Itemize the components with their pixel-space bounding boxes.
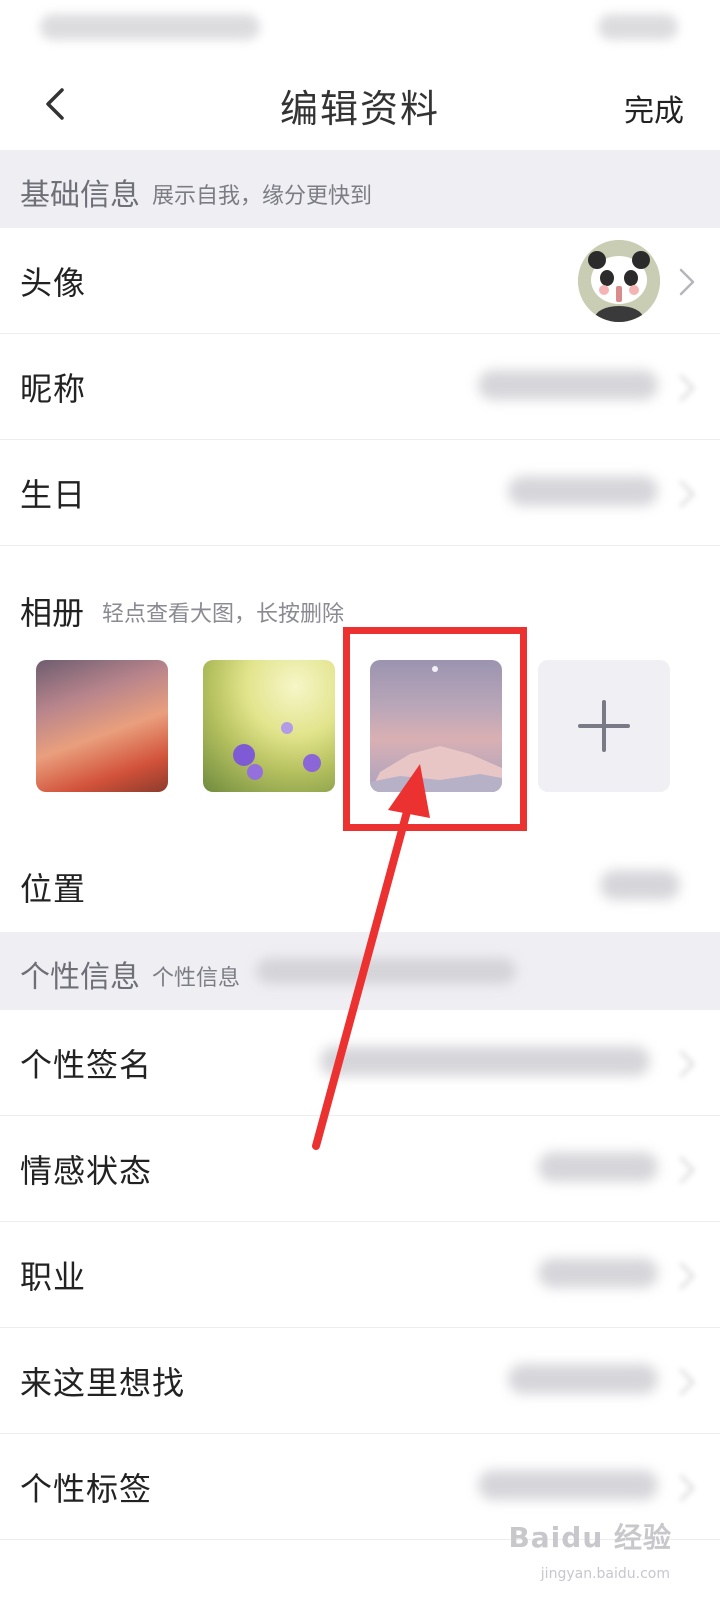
signature-label: 个性签名	[20, 1046, 153, 1084]
flower-decoration	[233, 744, 255, 766]
tags-label: 个性标签	[20, 1470, 153, 1508]
nickname-label: 昵称	[20, 370, 87, 408]
row-nickname[interactable]: 昵称	[0, 334, 720, 440]
divider	[0, 545, 720, 546]
job-label: 职业	[20, 1258, 87, 1296]
birthday-value-blurred	[508, 476, 658, 506]
row-birthday[interactable]: 生日	[0, 440, 720, 546]
chevron-right-icon	[679, 1262, 695, 1290]
location-value-blurred	[600, 870, 680, 900]
tags-value-blurred	[478, 1470, 658, 1500]
flower-decoration	[303, 754, 321, 772]
row-avatar[interactable]: 头像	[0, 228, 720, 334]
looking-for-label: 来这里想找	[20, 1364, 186, 1402]
baidu-watermark: Baidu 经验	[508, 1521, 672, 1554]
location-label: 位置	[20, 870, 87, 908]
flower-decoration	[281, 722, 293, 734]
album-title: 相册	[20, 594, 85, 632]
nav-bar: 编辑资料 完成	[0, 60, 720, 150]
chevron-right-icon	[679, 1368, 695, 1396]
nickname-value-blurred	[478, 370, 658, 400]
section-title-basic: 基础信息	[20, 178, 140, 213]
job-value-blurred	[538, 1258, 658, 1288]
flower-decoration	[247, 764, 263, 780]
birthday-label: 生日	[20, 476, 87, 514]
looking-for-value-blurred	[508, 1364, 658, 1394]
status-bar	[0, 0, 720, 60]
panda-avatar-image	[578, 240, 660, 322]
done-button[interactable]: 完成	[624, 86, 684, 130]
status-bar-right-blurred	[598, 14, 678, 40]
chevron-right-icon	[679, 1050, 695, 1078]
status-bar-left-blurred	[40, 14, 260, 40]
plus-icon-vertical	[602, 700, 606, 752]
row-location[interactable]: 位置	[0, 840, 720, 932]
signature-value-blurred	[320, 1046, 650, 1076]
section-subtitle-blurred	[256, 958, 516, 984]
relationship-value-blurred	[538, 1152, 658, 1182]
chevron-right-icon	[679, 268, 695, 296]
chevron-right-icon	[679, 1474, 695, 1502]
row-relationship[interactable]: 情感状态	[0, 1116, 720, 1222]
section-subtitle-personal: 个性信息	[152, 966, 241, 991]
section-header-basic: 基础信息 展示自我，缘分更快到	[0, 150, 720, 228]
chevron-right-icon	[679, 480, 695, 508]
section-header-personal: 个性信息 个性信息	[0, 932, 720, 1010]
relationship-label: 情感状态	[20, 1152, 153, 1190]
avatar-label: 头像	[20, 264, 87, 302]
album-photo-1[interactable]	[36, 660, 168, 792]
album-hint: 轻点查看大图，长按删除	[102, 602, 345, 627]
avatar	[578, 240, 660, 322]
section-subtitle-basic: 展示自我，缘分更快到	[152, 184, 373, 209]
highlight-annotation-box	[343, 627, 527, 831]
section-title-personal: 个性信息	[20, 960, 140, 995]
chevron-right-icon	[679, 374, 695, 402]
page-title: 编辑资料	[279, 87, 440, 131]
row-signature[interactable]: 个性签名	[0, 1010, 720, 1116]
album-photo-2[interactable]	[203, 660, 335, 792]
row-looking-for[interactable]: 来这里想找	[0, 1328, 720, 1434]
row-job[interactable]: 职业	[0, 1222, 720, 1328]
watermark-url: jingyan.baidu.com	[540, 1566, 670, 1582]
chevron-right-icon	[679, 1156, 695, 1184]
add-photo-button[interactable]	[538, 660, 670, 792]
